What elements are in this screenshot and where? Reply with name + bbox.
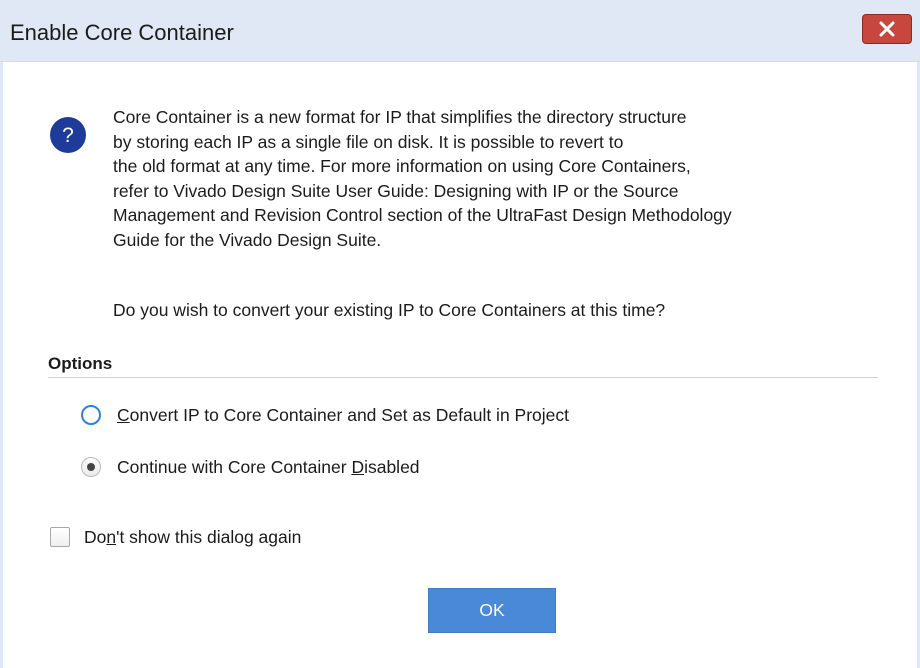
continue-option[interactable]: Continue with Core Container Disabled <box>81 454 420 480</box>
continue-mnemonic: D <box>351 456 365 477</box>
checkbox-mnemonic: n <box>106 526 117 547</box>
confirmation-question: Do you wish to convert your existing IP … <box>113 300 666 320</box>
dont-show-again-checkbox[interactable] <box>50 527 70 547</box>
title-bar: Enable Core Container <box>0 0 920 62</box>
continue-label-after: isabled <box>364 456 420 477</box>
dialog-body: ? Core Container is a new format for IP … <box>3 62 917 668</box>
question-icon: ? <box>50 117 86 153</box>
close-button[interactable] <box>862 14 912 44</box>
checkbox-label-before: Do <box>84 526 107 547</box>
message-line: by storing each IP as a single file on d… <box>113 131 624 152</box>
dialog-title: Enable Core Container <box>10 20 234 45</box>
ok-button[interactable]: OK <box>428 588 556 633</box>
close-icon <box>879 21 895 37</box>
message-line: Core Container is a new format for IP th… <box>113 107 687 127</box>
radio-selected-dot <box>87 463 95 471</box>
message-line: the old format at any time. For more inf… <box>113 156 691 176</box>
continue-label-before: Continue with Core Container <box>117 456 352 477</box>
dialog-window: Enable Core Container ? Core Container i… <box>0 0 920 668</box>
dont-show-again-option[interactable]: Don't show this dialog again <box>50 525 301 549</box>
dont-show-again-label: Don't show this dialog again <box>84 527 301 548</box>
convert-option-label: Convert IP to Core Container and Set as … <box>117 405 569 426</box>
question-icon-glyph: ? <box>62 124 74 147</box>
message-text: Core Container is a new format for IP th… <box>113 105 893 252</box>
convert-mnemonic: C <box>117 404 130 425</box>
convert-option[interactable]: Convert IP to Core Container and Set as … <box>81 402 569 428</box>
convert-label-text: onvert IP to Core Container and Set as D… <box>129 404 570 425</box>
continue-radio[interactable] <box>81 457 101 477</box>
message-line: Management and Revision Control section … <box>113 205 732 225</box>
message-line: Guide for the Vivado Design Suite. <box>113 229 382 250</box>
continue-option-label: Continue with Core Container Disabled <box>117 457 420 478</box>
message-line: refer to Vivado Design Suite User Guide:… <box>113 180 679 201</box>
options-divider <box>48 377 878 378</box>
checkbox-label-after: 't show this dialog again <box>116 526 302 547</box>
options-heading: Options <box>48 354 113 373</box>
convert-radio[interactable] <box>81 405 101 425</box>
